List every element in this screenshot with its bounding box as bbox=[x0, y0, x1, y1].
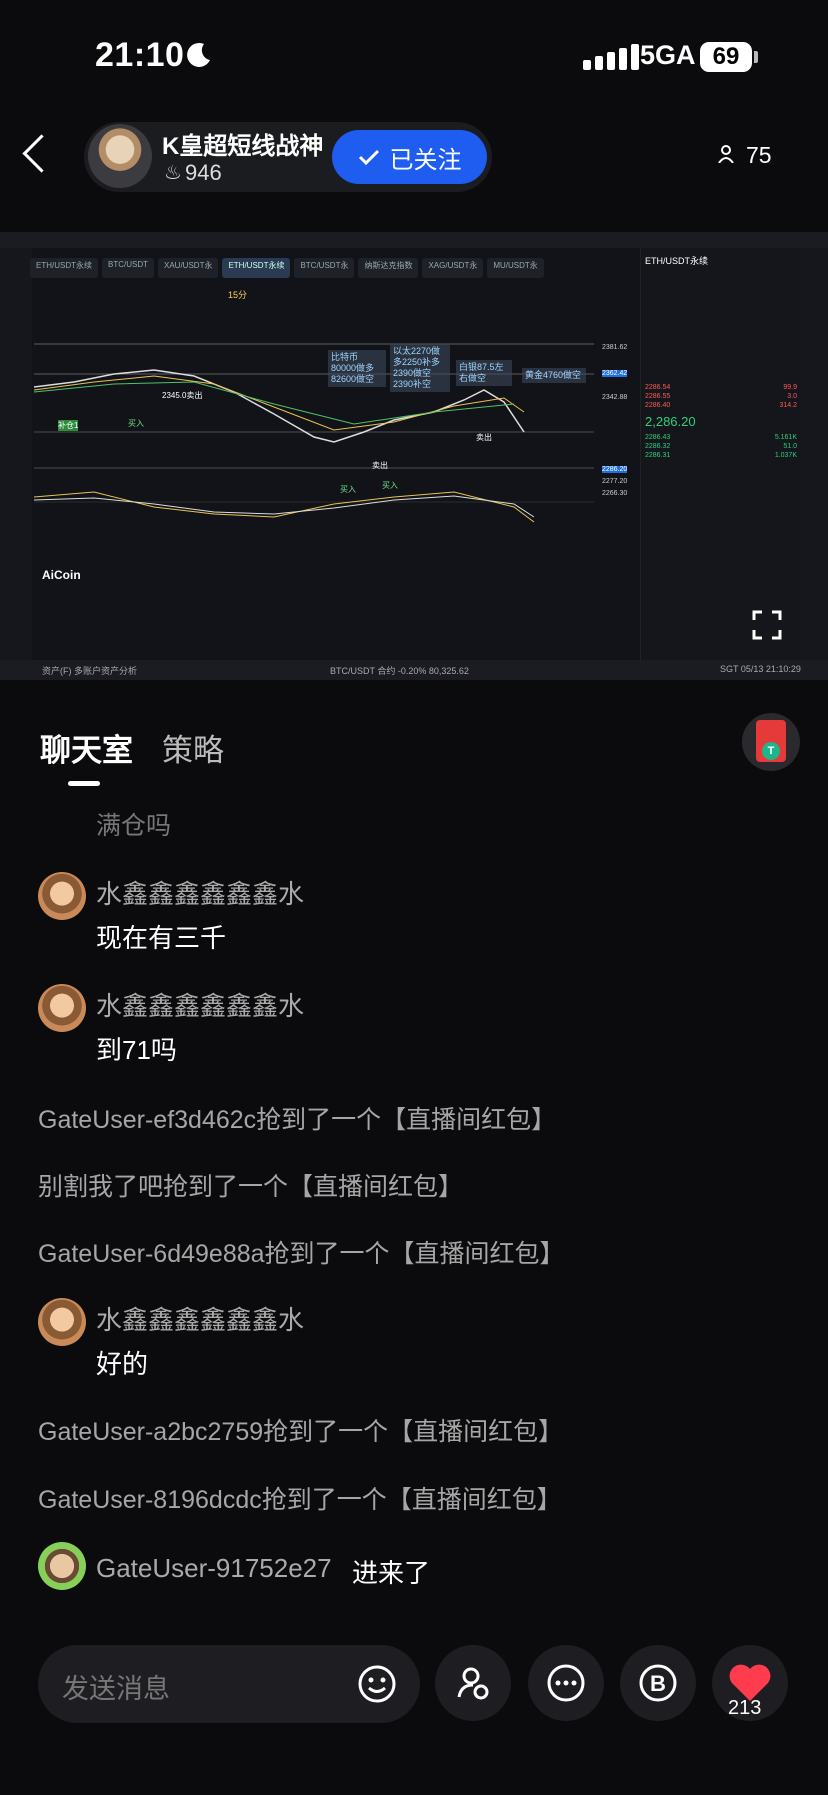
svg-text:B: B bbox=[650, 1671, 666, 1696]
trade-mark: 买入 bbox=[128, 419, 144, 428]
more-icon bbox=[547, 1664, 585, 1702]
moon-icon bbox=[187, 42, 210, 67]
chat-username[interactable]: 水鑫鑫鑫鑫鑫鑫水 bbox=[96, 874, 304, 911]
coin-button[interactable]: B bbox=[620, 1645, 696, 1721]
trade-mark: 补仓1 bbox=[58, 420, 79, 431]
follow-button[interactable]: 已关注 bbox=[332, 130, 487, 184]
trade-mark: 卖出 bbox=[372, 461, 388, 470]
chart-annotation: 黄金4760做空 bbox=[522, 368, 586, 383]
screen-right-toolbar bbox=[800, 248, 828, 680]
symbol-tabs: ETH/USDT永续 BTC/USDT XAU/USDT永 ETH/USDT永续… bbox=[30, 258, 630, 278]
check-icon bbox=[358, 149, 379, 165]
screen-left-toolbar bbox=[0, 248, 32, 680]
bid-row: 2286.31 1.037K bbox=[645, 452, 797, 459]
ask-row: 2286.40 314.2 bbox=[645, 402, 797, 409]
price-label: 2277.20 bbox=[602, 478, 628, 485]
symbol-tab: 纳斯达克指数 bbox=[358, 258, 419, 278]
symbol-tab: BTC/USDT永 bbox=[294, 258, 355, 278]
trade-mark: 买入 bbox=[382, 481, 398, 490]
chart-annotation: 以太2270做多2250补多2390做空 2390补空 bbox=[390, 344, 450, 392]
fullscreen-icon[interactable] bbox=[752, 610, 782, 640]
like-count: 213 bbox=[728, 1697, 762, 1719]
system-message: GateUser-ef3d462c抢到了一个【直播间红包】 bbox=[38, 1106, 557, 1134]
price-label: 2286.20 bbox=[602, 466, 628, 473]
chat-username[interactable]: 水鑫鑫鑫鑫鑫鑫水 bbox=[96, 986, 304, 1023]
viewer-count: 75 bbox=[746, 142, 772, 168]
system-message: GateUser-a2bc2759抢到了一个【直播间红包】 bbox=[38, 1418, 564, 1446]
last-price: 2,286.20 bbox=[645, 414, 696, 429]
trade-mark: 卖出 bbox=[476, 433, 492, 442]
system-message: GateUser-6d49e88a抢到了一个【直播间红包】 bbox=[38, 1240, 565, 1268]
aicoin-logo: AiCoin bbox=[42, 568, 81, 582]
status-time: 21:10 bbox=[95, 36, 185, 74]
symbol-tab: XAU/USDT永 bbox=[158, 258, 219, 278]
flame-icon: ♨ bbox=[164, 162, 182, 184]
network-type: 5GA bbox=[640, 40, 696, 70]
symbol-tab: ETH/USDT永续 bbox=[30, 258, 98, 278]
screen-footer: 资产(F) 多账户资产分析 BTC/USDT 合约 -0.20% 80,325.… bbox=[0, 660, 828, 680]
symbol-tab: MU/USDT永 bbox=[487, 258, 544, 278]
profile-action-button[interactable] bbox=[435, 1645, 511, 1721]
chat-username[interactable]: 水鑫鑫鑫鑫鑫鑫水 bbox=[96, 1300, 304, 1337]
screen-topbar bbox=[0, 232, 828, 248]
bid-row: 2286.32 51.0 bbox=[645, 443, 797, 450]
footer-right: SGT 05/13 21:10:29 bbox=[720, 664, 801, 674]
follow-label: 已关注 bbox=[389, 146, 462, 174]
tab-indicator bbox=[68, 781, 100, 786]
chat-message-faded: 满仓吗 bbox=[96, 812, 172, 840]
price-label: 2362.42 bbox=[602, 370, 628, 377]
symbol-tab: XAG/USDT永 bbox=[422, 258, 484, 278]
footer-left: 资产(F) 多账户资产分析 bbox=[42, 666, 137, 676]
signal-icon bbox=[583, 44, 639, 70]
price-label: 2342.88 bbox=[602, 394, 628, 401]
viewer-icon bbox=[718, 145, 734, 163]
price-label: 2266.30 bbox=[602, 490, 628, 497]
system-message: 别割我了吧抢到了一个【直播间红包】 bbox=[38, 1173, 464, 1201]
shared-screen[interactable]: ETH/USDT永续 BTC/USDT XAU/USDT永 ETH/USDT永续… bbox=[0, 232, 828, 680]
footer-mid: BTC/USDT 合约 -0.20% 80,325.62 bbox=[330, 666, 469, 676]
chat-message: 现在有三千 bbox=[96, 923, 227, 953]
trade-mark: 2345.0卖出 bbox=[162, 391, 203, 400]
battery-icon: 69 bbox=[700, 42, 752, 72]
orderbook-title: ETH/USDT永续 bbox=[645, 256, 709, 266]
bid-row: 2286.43 5.161K bbox=[645, 434, 797, 441]
host-name: K皇超短线战神 bbox=[162, 133, 324, 160]
price-label: 2381.62 bbox=[602, 344, 628, 351]
chart-annotation: 白银87.5左右做空 bbox=[456, 360, 512, 386]
chart-annotation: 比特币80000做多82600做空 bbox=[328, 350, 386, 387]
tab-strategy[interactable]: 策略 bbox=[162, 725, 224, 770]
orderbook-panel: ETH/USDT永续 2286.54 99.9 2286.55 3.0 2286.4… bbox=[640, 248, 801, 668]
host-avatar[interactable] bbox=[88, 124, 152, 188]
user-settings-icon bbox=[457, 1667, 489, 1700]
candlestick-chart bbox=[34, 343, 594, 523]
user-avatar[interactable] bbox=[38, 1542, 86, 1590]
coin-icon: T bbox=[762, 742, 780, 760]
symbol-tab: ETH/USDT永续 bbox=[222, 258, 291, 278]
back-button[interactable] bbox=[22, 134, 61, 173]
bitcoin-icon: B bbox=[639, 1664, 677, 1702]
join-message: 进来了 bbox=[352, 1558, 431, 1588]
chat-message: 好的 bbox=[96, 1349, 149, 1379]
emoji-icon[interactable] bbox=[357, 1664, 397, 1704]
user-avatar[interactable] bbox=[38, 872, 86, 920]
ask-row: 2286.55 3.0 bbox=[645, 393, 797, 400]
user-avatar[interactable] bbox=[38, 984, 86, 1032]
system-message: GateUser-8196dcdc抢到了一个【直播间红包】 bbox=[38, 1486, 562, 1514]
trade-mark: 买入 bbox=[340, 485, 356, 494]
user-avatar[interactable] bbox=[38, 1298, 86, 1346]
more-button[interactable] bbox=[528, 1645, 604, 1721]
tab-chat[interactable]: 聊天室 bbox=[40, 725, 133, 770]
host-hot-count: 946 bbox=[185, 160, 222, 185]
message-placeholder: 发送消息 bbox=[62, 1674, 170, 1704]
symbol-tab: BTC/USDT bbox=[102, 258, 154, 278]
chat-message: 到71吗 bbox=[96, 1035, 177, 1065]
chat-username[interactable]: GateUser-91752e27 bbox=[96, 1553, 332, 1584]
battery-tip bbox=[754, 51, 758, 63]
ask-row: 2286.54 99.9 bbox=[645, 384, 797, 391]
